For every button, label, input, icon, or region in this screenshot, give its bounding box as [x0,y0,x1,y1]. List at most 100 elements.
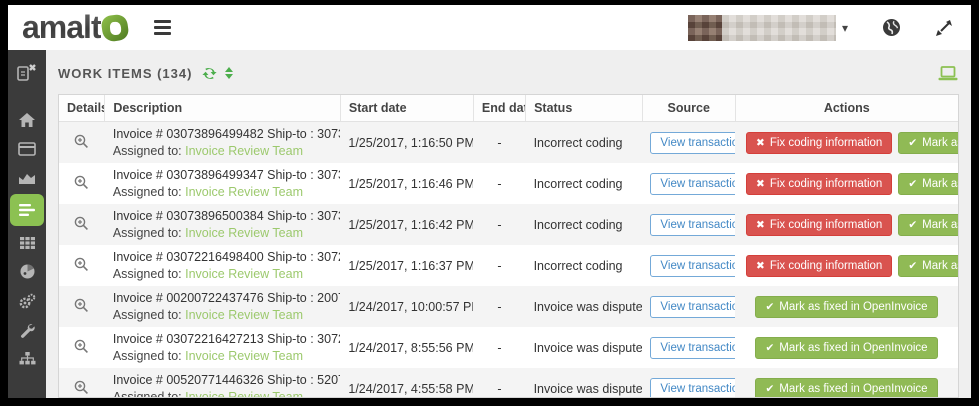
fix-coding-information-button[interactable]: ✖Fix coding information [746,214,892,236]
table-row: Invoice # 03073896500384 Ship-to : 30738… [59,204,958,245]
sidebar-item-dashboard-gauge[interactable] [10,257,44,286]
logo-o-icon [100,13,129,42]
zoom-in-icon[interactable] [74,339,89,354]
view-transaction-button[interactable]: View transaction [650,378,735,399]
zoom-in-icon[interactable] [74,175,89,190]
mark-as-fixed-in-openinvoice-button[interactable]: ✔Mark as fixed in OpenInvoice [755,296,937,318]
assigned-team-link[interactable]: Invoice Review Team [185,267,303,281]
invoice-description: Invoice # 00520771446326 Ship-to : 52077… [113,372,333,389]
fix-coding-information-button[interactable]: ✖Fix coding information [746,132,892,154]
user-menu[interactable]: ▾ [688,15,848,41]
status-text: Invoice was disputed [526,368,643,398]
view-transaction-button[interactable]: View transaction [650,296,735,318]
assigned-team-link[interactable]: Invoice Review Team [185,390,303,399]
assigned-to-line: Assigned to: Invoice Review Team [113,389,333,399]
fullscreen-expand-icon[interactable] [935,19,953,37]
table-row: Invoice # 03073896499347 Ship-to : 30738… [59,163,958,204]
view-transaction-button[interactable]: View transaction [650,337,735,359]
start-date: 1/25/2017, 1:16:42 PM [340,204,473,245]
start-date: 1/25/2017, 1:16:37 PM [340,245,473,286]
assigned-to-line: Assigned to: Invoice Review Team [113,143,333,160]
check-icon: ✔ [908,178,917,190]
zoom-in-icon[interactable] [74,257,89,272]
col-description: Description [105,95,341,122]
assigned-to-line: Assigned to: Invoice Review Team [113,225,333,242]
x-icon: ✖ [756,137,765,149]
mark-as-done-button[interactable]: ✔Mark as done [898,255,958,277]
invoice-description: Invoice # 03073896500384 Ship-to : 30738… [113,208,333,225]
laptop-icon[interactable] [937,65,959,82]
amalto-logo[interactable]: amalt [22,9,128,46]
work-items-table-card: Details Description Start date End date … [58,94,959,398]
sidebar-item-data-grid[interactable] [10,228,44,257]
invoice-description: Invoice # 03073896499347 Ship-to : 30738… [113,167,333,184]
view-transaction-button[interactable]: View transaction [650,132,735,154]
assigned-to-line: Assigned to: Invoice Review Team [113,307,333,324]
mark-as-fixed-in-openinvoice-button[interactable]: ✔Mark as fixed in OpenInvoice [755,378,937,399]
check-icon: ✔ [765,342,774,354]
table-header-row: Details Description Start date End date … [59,95,958,122]
fix-coding-information-button[interactable]: ✖Fix coding information [746,255,892,277]
assigned-team-link[interactable]: Invoice Review Team [185,144,303,158]
check-icon: ✔ [908,219,917,231]
assigned-team-link[interactable]: Invoice Review Team [185,185,303,199]
table-row: Invoice # 03072216498400 Ship-to : 30722… [59,245,958,286]
start-date: 1/25/2017, 1:16:50 PM [340,122,473,164]
sidebar-item-work-items[interactable] [10,194,44,226]
sort-icon[interactable] [225,67,233,79]
sidebar-item-card[interactable] [10,134,44,163]
close-icon [30,65,35,70]
globe-icon[interactable] [882,18,901,37]
refresh-icon[interactable] [202,66,217,81]
mark-as-done-button[interactable]: ✔Mark as done [898,173,958,195]
end-date: - [473,286,525,327]
col-start-date: Start date [340,95,473,122]
col-source: Source [642,95,735,122]
app-window: amalt ▾ [0,0,979,406]
fix-coding-information-button[interactable]: ✖Fix coding information [746,173,892,195]
end-date: - [473,122,525,164]
user-name-redacted [688,15,836,41]
view-transaction-button[interactable]: View transaction [650,255,735,277]
check-icon: ✔ [765,301,774,313]
assigned-team-link[interactable]: Invoice Review Team [185,226,303,240]
status-text: Incorrect coding [526,245,643,286]
menu-toggle-icon[interactable] [154,20,171,35]
zoom-in-icon[interactable] [74,298,89,313]
status-text: Invoice was disputed [526,286,643,327]
assigned-to-line: Assigned to: Invoice Review Team [113,266,333,283]
table-row: Invoice # 00200722437476 Ship-to : 20072… [59,286,958,327]
check-icon: ✔ [908,260,917,272]
assigned-team-link[interactable]: Invoice Review Team [185,308,303,322]
mark-as-done-button[interactable]: ✔Mark as done [898,132,958,154]
zoom-in-icon[interactable] [74,380,89,395]
col-details: Details [59,95,105,122]
zoom-in-icon[interactable] [74,134,89,149]
sidebar-item-home[interactable] [10,105,44,134]
invoice-description: Invoice # 00200722437476 Ship-to : 20072… [113,290,333,307]
start-date: 1/25/2017, 1:16:46 PM [340,163,473,204]
sidebar-item-services-gears[interactable] [10,286,44,315]
col-status: Status [526,95,643,122]
chevron-down-icon: ▾ [842,21,848,35]
mark-as-done-button[interactable]: ✔Mark as done [898,214,958,236]
mark-as-fixed-in-openinvoice-button[interactable]: ✔Mark as fixed in OpenInvoice [755,337,937,359]
work-items-table: Details Description Start date End date … [59,95,958,398]
sidebar-item-sitemap[interactable] [10,344,44,373]
end-date: - [473,368,525,398]
table-row: Invoice # 03073896499482 Ship-to : 30738… [59,122,958,164]
sidebar-item-area-chart[interactable] [10,163,44,192]
assigned-team-link[interactable]: Invoice Review Team [185,349,303,363]
status-text: Incorrect coding [526,122,643,164]
view-transaction-button[interactable]: View transaction [650,214,735,236]
sidebar-item-tools-wrench[interactable] [10,315,44,344]
invoice-description: Invoice # 03072216427213 Ship-to : 30722… [113,331,333,348]
sidebar-item-document-close[interactable] [10,58,44,87]
start-date: 1/24/2017, 4:55:58 PM [340,368,473,398]
status-text: Incorrect coding [526,163,643,204]
assigned-to-line: Assigned to: Invoice Review Team [113,184,333,201]
col-end-date: End date [473,95,525,122]
check-icon: ✔ [765,383,774,395]
zoom-in-icon[interactable] [74,216,89,231]
view-transaction-button[interactable]: View transaction [650,173,735,195]
